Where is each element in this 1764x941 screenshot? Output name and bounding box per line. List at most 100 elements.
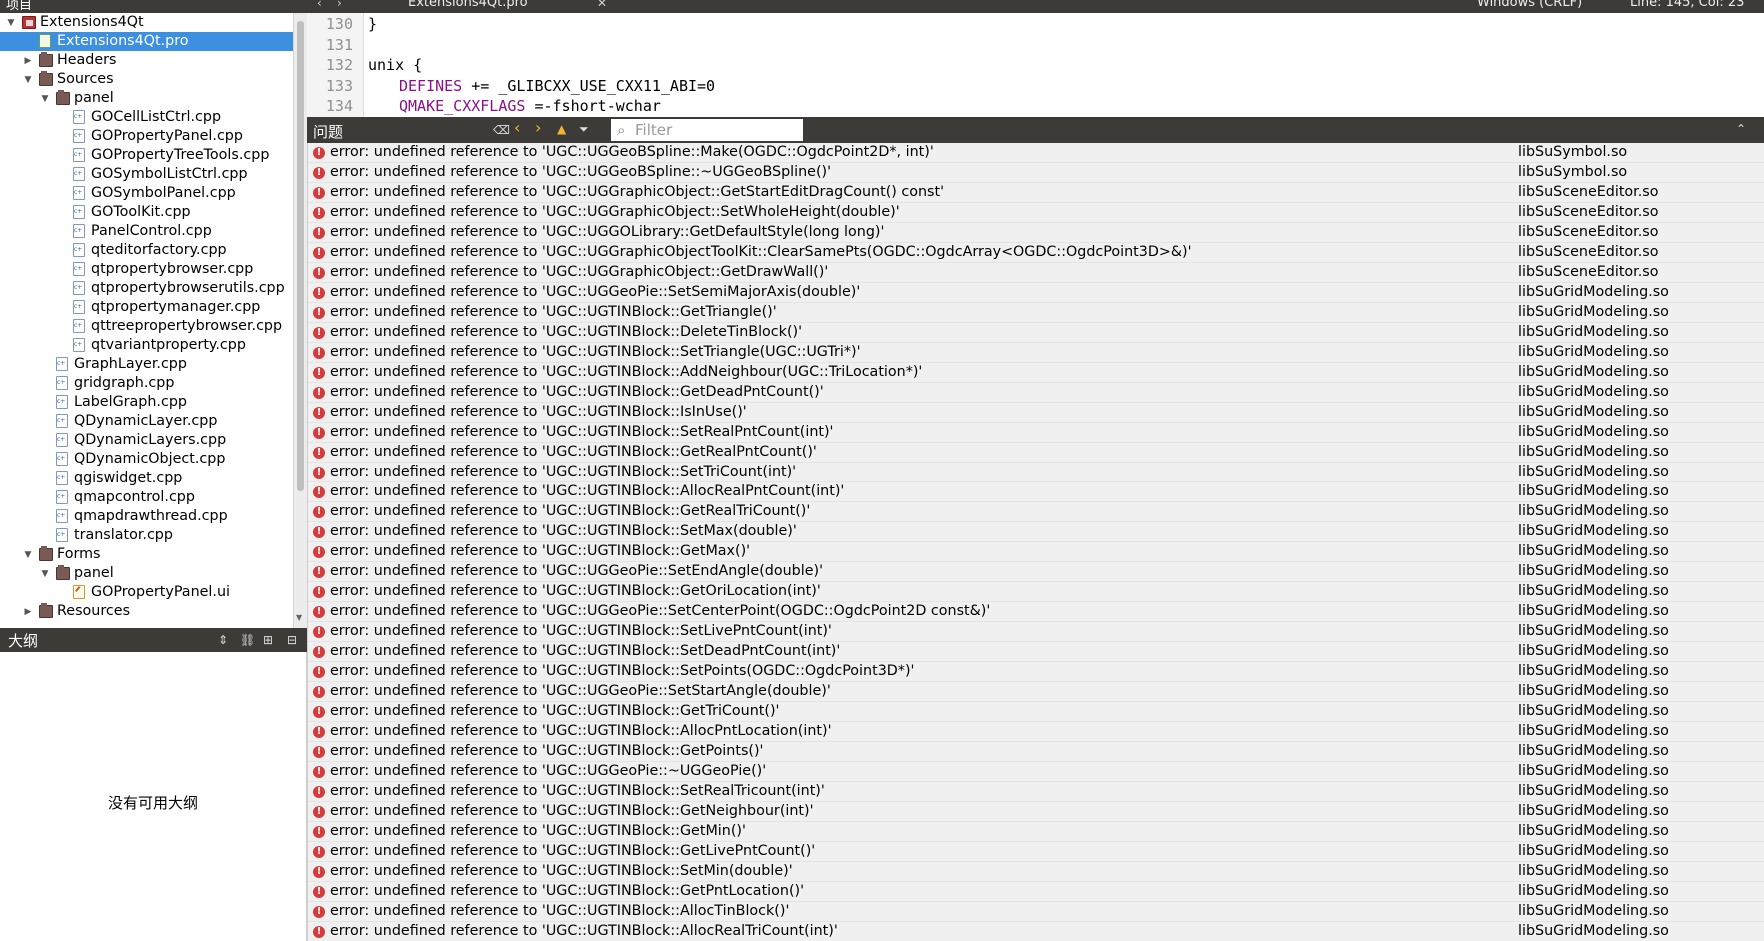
tree-item[interactable]: Extensions4Qt.pro xyxy=(0,32,293,51)
issue-row[interactable]: ! error: undefined reference to 'UGC::UGT… xyxy=(308,642,1764,663)
tree-item[interactable]: qmapcontrol.cpp xyxy=(0,488,293,507)
scroll-down-icon[interactable]: ▼ xyxy=(296,613,302,622)
issue-row[interactable]: ! error: undefined reference to 'UGC::UGT… xyxy=(308,383,1764,403)
issue-row[interactable]: ! error: undefined reference to 'UGC::UGT… xyxy=(308,782,1764,802)
tree-item[interactable]: LabelGraph.cpp xyxy=(0,393,293,412)
tree-item[interactable]: qttreepropertybrowser.cpp xyxy=(0,317,293,336)
issue-row[interactable]: ! error: undefined reference to 'UGC::UGT… xyxy=(308,482,1764,503)
issue-row[interactable]: ! error: undefined reference to 'UGC::UGT… xyxy=(308,323,1764,343)
issue-row[interactable]: ! error: undefined reference to 'UGC::UGT… xyxy=(308,742,1764,763)
issue-row[interactable]: ! error: undefined reference to 'UGC::UGG… xyxy=(308,203,1764,223)
tree-item[interactable]: translator.cpp xyxy=(0,526,293,545)
tree-item[interactable]: qgiswidget.cpp xyxy=(0,469,293,488)
issue-row[interactable]: ! error: undefined reference to 'UGC::UGT… xyxy=(308,702,1764,723)
tree-item[interactable]: qtvariantproperty.cpp xyxy=(0,336,293,355)
chevron-down-icon[interactable]: ▼ xyxy=(40,94,50,104)
chevron-right-icon[interactable]: ▶ xyxy=(23,607,33,617)
tree-item[interactable]: qmapdrawthread.cpp xyxy=(0,507,293,526)
sort-updown-icon[interactable]: ⇕ xyxy=(218,633,228,647)
link-icon[interactable]: ⛓ xyxy=(240,633,255,647)
tree-item[interactable]: GOCellListCtrl.cpp xyxy=(0,108,293,127)
project-tree[interactable]: ▼ Extensions4Qt Extensions4Qt.pro ▶ Headers ▼… xyxy=(0,13,293,628)
issue-row[interactable]: ! error: undefined reference to 'UGC::UGT… xyxy=(308,722,1764,743)
tree-item[interactable]: qtpropertybrowserutils.cpp xyxy=(0,279,293,298)
tree-item[interactable]: GOToolKit.cpp xyxy=(0,203,293,222)
collapse-pane-icon[interactable]: ⌃ xyxy=(1736,122,1746,136)
chevron-down-icon[interactable]: ▼ xyxy=(23,550,33,560)
clear-issues-icon[interactable]: ⌫ xyxy=(493,123,510,137)
issue-row[interactable]: ! error: undefined reference to 'UGC::UGT… xyxy=(308,862,1764,882)
issue-row[interactable]: ! error: undefined reference to 'UGC::UGG… xyxy=(308,243,1764,263)
tree-item[interactable]: ▼ panel xyxy=(0,564,293,583)
issue-row[interactable]: ! error: undefined reference to 'UGC::UGG… xyxy=(308,263,1764,283)
prev-issue-icon[interactable]: ‹ xyxy=(514,120,520,136)
tree-item[interactable]: PanelControl.cpp xyxy=(0,222,293,241)
issue-row[interactable]: ! error: undefined reference to 'UGC::UGT… xyxy=(308,582,1764,603)
issue-row[interactable]: ! error: undefined reference to 'UGC::UGT… xyxy=(308,403,1764,423)
tree-item[interactable]: ▼ Extensions4Qt xyxy=(0,13,293,32)
issue-row[interactable]: ! error: undefined reference to 'UGC::UGG… xyxy=(308,223,1764,243)
filter-funnel-icon[interactable]: ⏷ xyxy=(579,122,589,136)
issue-row[interactable]: ! error: undefined reference to 'UGC::UGT… xyxy=(308,303,1764,323)
tree-item[interactable]: GraphLayer.cpp xyxy=(0,355,293,374)
chevron-down-icon[interactable]: ▼ xyxy=(23,75,33,85)
tree-item[interactable]: qtpropertymanager.cpp xyxy=(0,298,293,317)
tree-item[interactable]: GOSymbolPanel.cpp xyxy=(0,184,293,203)
editor-file-name[interactable]: Extensions4Qt.pro xyxy=(408,0,528,10)
tree-item[interactable]: ▶ Resources xyxy=(0,602,293,621)
issue-row[interactable]: ! error: undefined reference to 'UGC::UGT… xyxy=(308,822,1764,842)
issue-row[interactable]: ! error: undefined reference to 'UGC::UGT… xyxy=(308,882,1764,902)
code-line[interactable]: } xyxy=(368,14,377,34)
issue-row[interactable]: ! error: undefined reference to 'UGC::UGT… xyxy=(308,922,1764,941)
issue-row[interactable]: ! error: undefined reference to 'UGC::UGT… xyxy=(308,522,1764,543)
tree-item[interactable]: gridgraph.cpp xyxy=(0,374,293,393)
tree-item[interactable]: qteditorfactory.cpp xyxy=(0,241,293,260)
filter-input[interactable]: ⌕ Filter xyxy=(611,119,803,141)
issues-list[interactable]: ! error: undefined reference to 'UGC::UGG… xyxy=(307,143,1764,941)
tree-item[interactable]: ▼ Forms xyxy=(0,545,293,564)
issue-row[interactable]: ! error: undefined reference to 'UGC::UGT… xyxy=(308,902,1764,922)
issue-row[interactable]: ! error: undefined reference to 'UGC::UGG… xyxy=(308,183,1764,203)
tree-item[interactable]: GOPropertyPanel.cpp xyxy=(0,127,293,146)
chevron-down-icon[interactable]: ▼ xyxy=(40,569,50,579)
issue-row[interactable]: ! error: undefined reference to 'UGC::UGT… xyxy=(308,363,1764,383)
issue-row[interactable]: ! error: undefined reference to 'UGC::UGG… xyxy=(308,602,1764,623)
issue-row[interactable]: ! error: undefined reference to 'UGC::UGT… xyxy=(308,423,1764,443)
line-ending-selector[interactable]: Windows (CRLF) xyxy=(1477,0,1582,10)
issue-row[interactable]: ! error: undefined reference to 'UGC::UGG… xyxy=(308,163,1764,183)
tree-item[interactable]: ▼ panel xyxy=(0,89,293,108)
tree-item[interactable]: QDynamicLayers.cpp xyxy=(0,431,293,450)
issue-row[interactable]: ! error: undefined reference to 'UGC::UGG… xyxy=(308,762,1764,782)
chevron-right-icon[interactable]: ▶ xyxy=(23,56,33,66)
tree-item[interactable]: ▼ Sources xyxy=(0,70,293,89)
code-editor[interactable]: 130} 131 132 unix {133 DEFINES += _GLIBCXX_U… xyxy=(307,13,1764,117)
next-issue-icon[interactable]: › xyxy=(535,120,541,136)
tree-item[interactable]: GOPropertyPanel.ui xyxy=(0,583,293,602)
tree-item[interactable]: GOPropertyTreeTools.cpp xyxy=(0,146,293,165)
project-tree-scrollbar[interactable]: ▼ xyxy=(293,13,307,628)
issue-row[interactable]: ! error: undefined reference to 'UGC::UGT… xyxy=(308,542,1764,563)
code-line[interactable]: unix { xyxy=(368,55,422,75)
split-icon[interactable]: ⊞ xyxy=(263,633,273,647)
tree-item[interactable]: ▶ Headers xyxy=(0,51,293,70)
issue-row[interactable]: ! error: undefined reference to 'UGC::UGT… xyxy=(308,662,1764,683)
close-pane-icon[interactable]: ⊟ xyxy=(287,633,297,647)
tree-item[interactable]: qtpropertybrowser.cpp xyxy=(0,260,293,279)
scrollbar-thumb[interactable] xyxy=(297,21,304,491)
issue-row[interactable]: ! error: undefined reference to 'UGC::UGT… xyxy=(308,343,1764,363)
issue-row[interactable]: ! error: undefined reference to 'UGC::UGG… xyxy=(308,283,1764,303)
tree-item[interactable]: QDynamicObject.cpp xyxy=(0,450,293,469)
tree-item[interactable]: QDynamicLayer.cpp xyxy=(0,412,293,431)
issue-row[interactable]: ! error: undefined reference to 'UGC::UGT… xyxy=(308,802,1764,822)
issue-row[interactable]: ! error: undefined reference to 'UGC::UGG… xyxy=(308,143,1764,163)
code-line[interactable]: DEFINES += _GLIBCXX_USE_CXX11_ABI=0 xyxy=(399,76,715,96)
code-line[interactable]: QMAKE_CXXFLAGS =-fshort-wchar xyxy=(399,96,661,116)
issue-row[interactable]: ! error: undefined reference to 'UGC::UGT… xyxy=(308,842,1764,862)
nav-back-icon[interactable]: ‹ xyxy=(317,0,322,10)
issue-row[interactable]: ! error: undefined reference to 'UGC::UGT… xyxy=(308,443,1764,463)
tree-item[interactable]: GOSymbolListCtrl.cpp xyxy=(0,165,293,184)
issue-row[interactable]: ! error: undefined reference to 'UGC::UGG… xyxy=(308,562,1764,583)
warning-filter-icon[interactable]: ▲ xyxy=(557,122,566,136)
close-editor-icon[interactable]: ✕ xyxy=(597,0,607,10)
nav-forward-icon[interactable]: › xyxy=(337,0,342,10)
